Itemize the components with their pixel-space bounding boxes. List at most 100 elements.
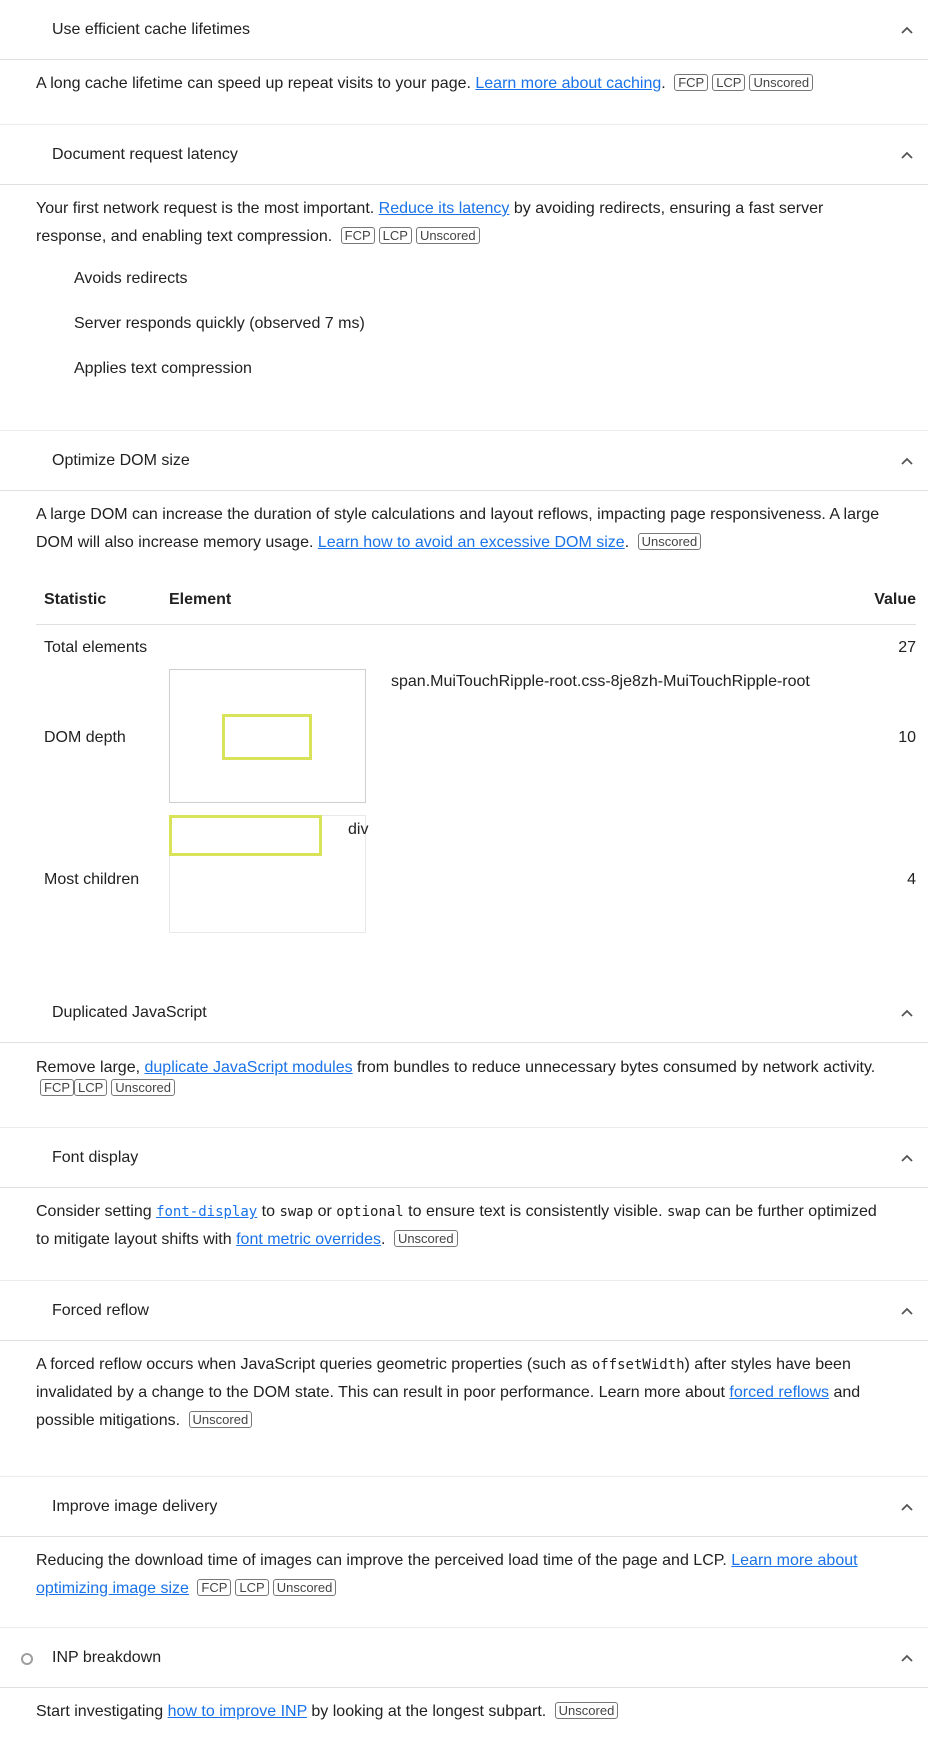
audit-header-cache-lifetimes[interactable]: Use efficient cache lifetimes bbox=[0, 0, 928, 60]
code-swap: swap bbox=[666, 1204, 701, 1220]
forced-reflows-link[interactable]: forced reflows bbox=[729, 1384, 829, 1401]
duplicate-modules-link[interactable]: duplicate JavaScript modules bbox=[145, 1059, 353, 1076]
table-row: Total elements 27 bbox=[36, 625, 916, 667]
font-display-link[interactable]: font-display bbox=[156, 1203, 257, 1220]
code-optional: optional bbox=[336, 1204, 404, 1220]
chevron-up-icon[interactable] bbox=[900, 1305, 914, 1317]
audit-inp-breakdown: INP breakdown Start investigating how to… bbox=[0, 1627, 928, 1726]
audit-header-document-latency[interactable]: Document request latency bbox=[0, 125, 928, 185]
badge-fcp: FCP bbox=[197, 1579, 232, 1596]
col-header-value: Value bbox=[874, 591, 916, 608]
badge-unscored: Unscored bbox=[749, 74, 814, 91]
badge-unscored: Unscored bbox=[637, 533, 702, 550]
audit-title: Duplicated JavaScript bbox=[52, 1004, 207, 1021]
improve-inp-link[interactable]: how to improve INP bbox=[168, 1703, 307, 1720]
row-value: 10 bbox=[898, 729, 916, 746]
audit-title: Font display bbox=[52, 1149, 139, 1166]
desc-text: A forced reflow occurs when JavaScript q… bbox=[36, 1356, 592, 1373]
chevron-up-icon[interactable] bbox=[900, 1152, 914, 1164]
audit-description: A long cache lifetime can speed up repea… bbox=[36, 70, 892, 98]
audit-header-duplicated-js[interactable]: Duplicated JavaScript bbox=[0, 983, 928, 1043]
desc-text: Reducing the download time of images can… bbox=[36, 1552, 732, 1569]
code-offsetwidth: offsetWidth bbox=[591, 1357, 685, 1373]
element-screenshot-thumbnail[interactable] bbox=[169, 669, 366, 803]
audit-cache-lifetimes: Use efficient cache lifetimes A long cac… bbox=[0, 0, 928, 98]
desc-text: . bbox=[661, 75, 666, 92]
badge-unscored: Unscored bbox=[415, 227, 480, 244]
col-header-element: Element bbox=[169, 591, 232, 608]
audit-font-display: Font display Consider setting font-displ… bbox=[0, 1127, 928, 1254]
table-row: DOM depth span.MuiTouchRipple-root.css-8… bbox=[36, 667, 916, 815]
audit-description: A forced reflow occurs when JavaScript q… bbox=[36, 1351, 892, 1435]
desc-text: by looking at the longest subpart. bbox=[306, 1703, 547, 1720]
badge-fcp: FCP bbox=[674, 74, 709, 91]
audit-description: Remove large, duplicate JavaScript modul… bbox=[36, 1057, 892, 1099]
element-node-label[interactable]: span.MuiTouchRipple-root.css-8je8zh-MuiT… bbox=[391, 673, 810, 691]
audit-description: Reducing the download time of images can… bbox=[36, 1547, 892, 1603]
element-screenshot-thumbnail[interactable] bbox=[169, 815, 366, 933]
desc-text: to ensure text is consistently visible. bbox=[403, 1203, 667, 1220]
audit-header-inp-breakdown[interactable]: INP breakdown bbox=[0, 1628, 928, 1688]
code-swap: swap bbox=[279, 1204, 314, 1220]
check-item-text-compression: Applies text compression bbox=[74, 360, 252, 377]
chevron-up-icon[interactable] bbox=[900, 1501, 914, 1513]
badge-unscored: Unscored bbox=[188, 1411, 253, 1428]
audit-title: Use efficient cache lifetimes bbox=[52, 21, 251, 38]
desc-text: from bundles to reduce unnecessary bytes… bbox=[352, 1059, 876, 1076]
desc-text: . bbox=[381, 1231, 386, 1248]
audit-header-forced-reflow[interactable]: Forced reflow bbox=[0, 1281, 928, 1341]
chevron-up-icon[interactable] bbox=[900, 1652, 914, 1664]
badge-fcp: FCP bbox=[40, 1079, 74, 1096]
dom-size-link[interactable]: Learn how to avoid an excessive DOM size bbox=[318, 534, 625, 551]
element-highlight-box bbox=[169, 815, 322, 856]
badge-lcp: LCP bbox=[74, 1079, 108, 1096]
audit-description: Your first network request is the most i… bbox=[36, 195, 892, 251]
row-statistic: Total elements bbox=[44, 639, 148, 656]
row-value: 27 bbox=[898, 639, 916, 656]
badge-lcp: LCP bbox=[712, 74, 746, 91]
audit-header-dom-size[interactable]: Optimize DOM size bbox=[0, 431, 928, 491]
audit-document-request-latency: Document request latency Your first netw… bbox=[0, 124, 928, 400]
dom-stats-table: Statistic Element Value Total elements 2… bbox=[36, 577, 916, 955]
chevron-up-icon[interactable] bbox=[900, 24, 914, 36]
reduce-latency-link[interactable]: Reduce its latency bbox=[379, 200, 510, 217]
font-metric-overrides-link[interactable]: font metric overrides bbox=[236, 1231, 381, 1248]
table-header: Statistic Element Value bbox=[36, 577, 916, 625]
badge-unscored: Unscored bbox=[393, 1230, 458, 1247]
audit-description: Consider setting font-display to swap or… bbox=[36, 1198, 892, 1254]
desc-text: Start investigating bbox=[36, 1703, 168, 1720]
desc-text: . bbox=[624, 534, 630, 551]
audit-optimize-dom-size: Optimize DOM size A large DOM can increa… bbox=[0, 430, 928, 933]
circle-outline-icon bbox=[21, 1653, 33, 1665]
chevron-up-icon[interactable] bbox=[900, 1007, 914, 1019]
desc-text: Your first network request is the most i… bbox=[36, 200, 379, 217]
desc-text: A long cache lifetime can speed up repea… bbox=[36, 75, 476, 92]
audit-title: INP breakdown bbox=[52, 1649, 162, 1666]
desc-text: or bbox=[313, 1203, 337, 1220]
check-item-server-response: Server responds quickly (observed 7 ms) bbox=[74, 315, 365, 332]
row-value: 4 bbox=[907, 871, 916, 888]
badge-unscored: Unscored bbox=[272, 1579, 337, 1596]
desc-text: Consider setting bbox=[36, 1203, 157, 1220]
audit-header-font-display[interactable]: Font display bbox=[0, 1128, 928, 1188]
badge-fcp: FCP bbox=[340, 227, 375, 244]
check-list: Avoids redirects Server responds quickly… bbox=[36, 251, 892, 400]
desc-text: to bbox=[257, 1203, 280, 1220]
audit-duplicated-javascript: Duplicated JavaScript Remove large, dupl… bbox=[0, 983, 928, 1099]
learn-more-link[interactable]: Learn more about caching bbox=[475, 75, 661, 92]
row-statistic: Most children bbox=[44, 871, 140, 888]
audit-description: Start investigating how to improve INP b… bbox=[36, 1698, 892, 1726]
desc-text: Remove large, bbox=[36, 1059, 145, 1076]
audit-improve-image-delivery: Improve image delivery Reducing the down… bbox=[0, 1476, 928, 1603]
audit-title: Document request latency bbox=[52, 146, 238, 163]
audit-title: Optimize DOM size bbox=[52, 452, 190, 469]
table-row: Most children div 4 bbox=[36, 815, 916, 955]
badge-lcp: LCP bbox=[235, 1579, 269, 1596]
row-statistic: DOM depth bbox=[44, 729, 126, 746]
audit-header-image-delivery[interactable]: Improve image delivery bbox=[0, 1477, 928, 1537]
chevron-up-icon[interactable] bbox=[900, 455, 914, 467]
element-node-label[interactable]: div bbox=[348, 821, 368, 839]
badge-unscored: Unscored bbox=[111, 1079, 175, 1096]
chevron-up-icon[interactable] bbox=[900, 149, 914, 161]
audit-title: Improve image delivery bbox=[52, 1498, 218, 1515]
